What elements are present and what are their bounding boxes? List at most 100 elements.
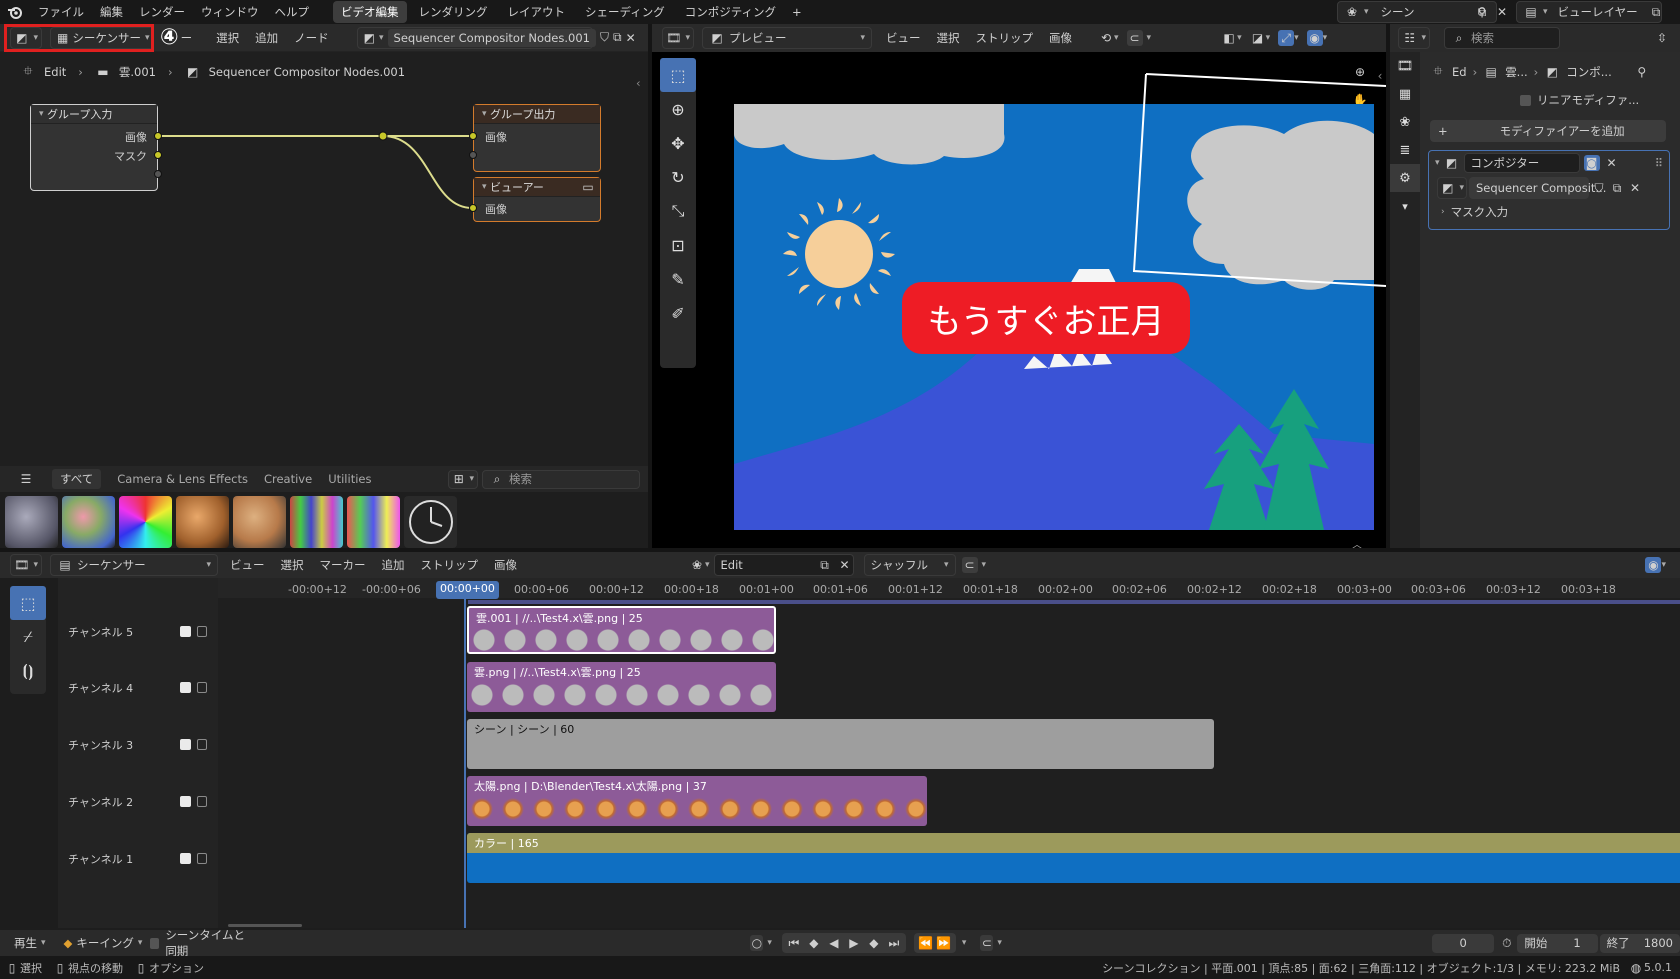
monitor-icon[interactable]: ▭ xyxy=(580,179,596,195)
duplicate-icon[interactable]: ⧉ xyxy=(817,557,833,573)
snap-icon[interactable]: ⊂ xyxy=(980,935,994,951)
snap-icon[interactable]: ⊂ xyxy=(961,557,978,573)
add-workspace-button[interactable]: + xyxy=(784,1,810,23)
start-frame-field[interactable]: 開始 1 xyxy=(1517,933,1598,953)
node-group-name[interactable]: Sequencer Composit... xyxy=(1469,177,1606,199)
workspace-tab-shading[interactable]: シェーディング xyxy=(577,1,673,23)
collapse-icon[interactable]: ▾ xyxy=(1435,158,1440,168)
input-socket[interactable] xyxy=(469,151,477,159)
play-reverse-icon[interactable]: ◀ xyxy=(826,935,842,951)
copy-scene-icon[interactable]: ⧉ xyxy=(1474,4,1490,20)
end-frame-field[interactable]: 終了 1800 xyxy=(1599,933,1680,953)
asset-search-input[interactable]: ⌕ 検索 xyxy=(482,469,640,489)
asset-thumbnail[interactable] xyxy=(176,496,229,548)
properties-options-icon[interactable]: ⇳ xyxy=(1654,30,1670,46)
menu-edit[interactable]: 編集 xyxy=(92,1,131,23)
channel-lock-icon[interactable] xyxy=(197,739,207,750)
modifier-tab-icon[interactable]: ⚙ xyxy=(1390,164,1420,192)
editor-type-button[interactable]: 🎞 ▾ xyxy=(10,554,42,576)
prev-keyframe-icon[interactable]: ◆ xyxy=(806,935,822,951)
playhead-line[interactable] xyxy=(464,599,466,928)
blender-logo-icon[interactable] xyxy=(6,4,24,20)
close-icon[interactable]: ✕ xyxy=(837,557,853,573)
asset-tab-camera[interactable]: Camera & Lens Effects xyxy=(109,468,256,490)
channel-lock-icon[interactable] xyxy=(197,626,207,637)
input-socket[interactable] xyxy=(469,132,477,140)
workspace-tab-video-editing[interactable]: ビデオ編集 xyxy=(333,1,407,23)
collapse-icon[interactable]: ▾ xyxy=(482,109,487,119)
play-icon[interactable]: ▶ xyxy=(846,935,862,951)
current-frame-field[interactable]: 0 xyxy=(1431,933,1495,953)
asset-thumbnail[interactable] xyxy=(119,496,172,548)
collapse-icon[interactable]: ▾ xyxy=(482,182,487,192)
group-output-node[interactable]: ▾ グループ出力 画像 xyxy=(469,104,601,172)
clock-asset-thumbnail[interactable] xyxy=(404,496,457,548)
channel-lock-icon[interactable] xyxy=(197,682,207,693)
scene-selector[interactable]: ❀ ▾ シーン ⚲ xyxy=(1337,1,1497,23)
mask-input-subpanel[interactable]: › マスク入力 xyxy=(1429,201,1669,223)
collapse-sidebar-icon[interactable]: ‹ xyxy=(636,76,641,90)
overlap-mode-dropdown[interactable]: シャッフル ▾ xyxy=(863,554,956,576)
duplicate-icon[interactable]: ⧉ xyxy=(1609,180,1625,196)
workspace-tab-compositing[interactable]: コンポジティング xyxy=(677,1,784,23)
asset-tab-utilities[interactable]: Utilities xyxy=(320,468,379,490)
menu-render[interactable]: レンダー xyxy=(131,1,193,23)
record-icon[interactable]: ○ xyxy=(750,935,764,951)
blade-tool-icon[interactable]: ⌿ xyxy=(10,620,46,654)
scene-tab-icon[interactable]: ❀ xyxy=(1390,108,1420,136)
editor-type-button[interactable]: ☷ ▾ xyxy=(1398,27,1430,49)
asset-thumbnail[interactable] xyxy=(233,496,286,548)
render-tab-icon[interactable]: ▦ xyxy=(1390,80,1420,108)
drag-handle-icon[interactable]: ⠿ xyxy=(1655,156,1663,170)
shield-icon[interactable]: ⛉ xyxy=(1591,180,1607,196)
color-strip[interactable]: カラー | 165 xyxy=(467,833,1680,883)
input-socket[interactable] xyxy=(469,204,477,212)
channel-mute-checkbox[interactable] xyxy=(180,796,191,807)
step-back-icon[interactable]: ⏪ xyxy=(918,935,934,951)
next-keyframe-icon[interactable]: ◆ xyxy=(866,935,882,951)
image-strip-cloud-001[interactable]: 雲.001 | //..\Test4.x\雲.png | 25 xyxy=(467,606,776,654)
close-icon[interactable]: ✕ xyxy=(1627,180,1643,196)
edit-name-field[interactable]: Edit ⧉ ✕ xyxy=(713,554,854,576)
channel-lock-icon[interactable] xyxy=(197,853,207,864)
workspace-tab-layout[interactable]: レイアウト xyxy=(500,1,574,23)
scene-strip[interactable]: シーン | シーン | 60 xyxy=(467,719,1214,769)
image-strip-sun[interactable]: 太陽.png | D:\Blender\Test4.x\太陽.png | 37 xyxy=(467,776,927,826)
keying-menu[interactable]: ◆ キーイング ▾ xyxy=(58,932,149,954)
view-layer-selector[interactable]: ▤ ▾ ビューレイヤー xyxy=(1516,1,1662,23)
playback-menu[interactable]: 再生 ▾ xyxy=(8,932,52,954)
camera-icon[interactable]: ◙ xyxy=(1583,155,1600,171)
linear-modifier-checkbox[interactable] xyxy=(1520,94,1531,106)
menu-strip[interactable]: ストリップ xyxy=(413,554,487,576)
asset-thumbnail[interactable] xyxy=(62,496,115,548)
asset-thumbnail[interactable] xyxy=(5,496,58,548)
menu-select[interactable]: 選択 xyxy=(273,554,312,576)
menu-file[interactable]: ファイル xyxy=(30,1,92,23)
channel-mute-checkbox[interactable] xyxy=(180,626,191,637)
display-mode-button[interactable]: ⊞ ▾ xyxy=(448,469,478,489)
menu-image[interactable]: 画像 xyxy=(486,554,525,576)
scene-icon[interactable]: ❀ xyxy=(689,557,705,573)
menu-view[interactable]: ビュー xyxy=(222,554,273,576)
step-forward-icon[interactable]: ⏩ xyxy=(936,935,952,951)
output-socket[interactable] xyxy=(154,170,162,178)
more-tabs-icon[interactable]: ▾ xyxy=(1390,192,1420,220)
group-input-node[interactable]: ▾ グループ入力 画像 マスク xyxy=(30,104,162,191)
menu-add[interactable]: 追加 xyxy=(374,554,413,576)
channel-mute-checkbox[interactable] xyxy=(180,682,191,693)
sync-checkbox[interactable] xyxy=(150,937,160,949)
tool-tab-icon[interactable]: 🎞 xyxy=(1390,52,1420,80)
strip-tab-icon[interactable]: ≣ xyxy=(1390,136,1420,164)
view-type-dropdown[interactable]: ▤ シーケンサー ▾ xyxy=(50,554,218,576)
jump-end-icon[interactable]: ⏭ xyxy=(886,935,902,951)
collapse-icon[interactable]: ▾ xyxy=(39,109,44,119)
channel-mute-checkbox[interactable] xyxy=(180,853,191,864)
menu-help[interactable]: ヘルプ xyxy=(267,1,318,23)
overlay-icon[interactable]: ◉ xyxy=(1645,557,1662,573)
workspace-tab-rendering[interactable]: レンダリング xyxy=(411,1,496,23)
image-strip-cloud[interactable]: 雲.png | //..\Test4.x\雲.png | 25 xyxy=(467,662,776,712)
asset-tab-creative[interactable]: Creative xyxy=(256,468,320,490)
copy-view-layer-icon[interactable]: ⧉ xyxy=(1648,4,1664,20)
channel-lock-icon[interactable] xyxy=(197,796,207,807)
stopwatch-icon[interactable]: ⏱ xyxy=(1500,935,1513,951)
